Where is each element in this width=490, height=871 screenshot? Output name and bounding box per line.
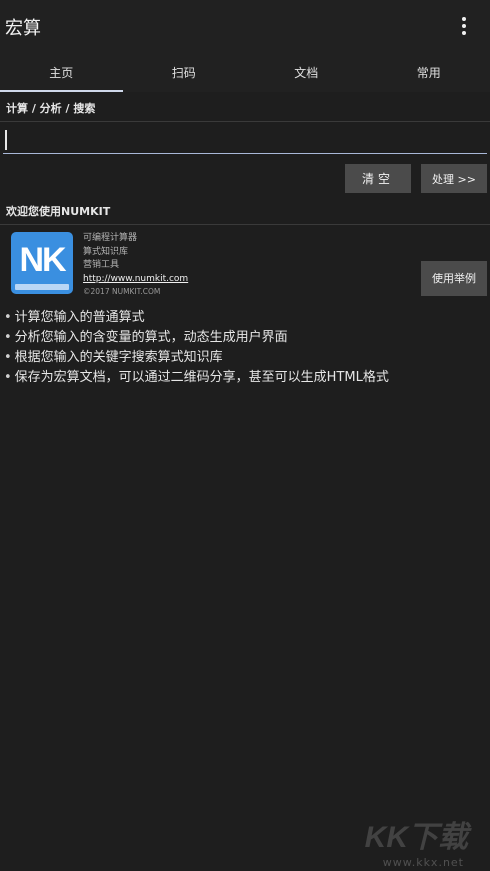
- feature-text: 保存为宏算文档，可以通过二维码分享，甚至可以生成HTML格式: [14, 370, 389, 385]
- website-link[interactable]: http://www.numkit.com: [83, 273, 283, 287]
- logo-text: NK: [19, 240, 66, 279]
- usage-example-label-1: 使用: [432, 272, 454, 285]
- text-caret: [5, 130, 7, 150]
- watermark-url: www.kkx.net: [382, 856, 464, 869]
- feature-list: • 计算您输入的普通算式 • 分析您输入的含变量的算式，动态生成用户界面 • 根据您输…: [4, 308, 484, 388]
- info-line-calculator: 可编程计算器: [83, 233, 138, 243]
- list-item: • 计算您输入的普通算式: [4, 310, 145, 325]
- numkit-logo: NK: [11, 232, 73, 294]
- tab-common[interactable]: 常用: [368, 52, 490, 92]
- usage-example-button[interactable]: 使用 举例: [421, 261, 487, 296]
- list-item: • 分析您输入的含变量的算式，动态生成用户界面: [4, 330, 288, 345]
- logo-base-bar: [15, 284, 69, 290]
- watermark-brand: KK下载: [364, 821, 468, 854]
- calc-section-header: 计算 / 分析 / 搜索: [0, 94, 490, 122]
- feature-text: 计算您输入的普通算式: [14, 310, 145, 325]
- expression-input-wrap: [3, 126, 487, 154]
- more-vert-icon[interactable]: [452, 14, 476, 38]
- list-item: • 保存为宏算文档，可以通过二维码分享，甚至可以生成HTML格式: [4, 370, 389, 385]
- info-line-knowledge: 算式知识库: [83, 246, 129, 257]
- copyright-text: ©2017 NUMKIT.COM: [83, 287, 161, 296]
- list-item: • 根据您输入的关键字搜索算式知识库: [4, 350, 223, 365]
- app-root: 宏算 主页 扫码 文档 常用 计算 / 分析 / 搜索 清空 处理 >> 欢迎您…: [0, 0, 490, 871]
- tab-bar: 主页 扫码 文档 常用: [0, 52, 490, 92]
- process-button[interactable]: 处理 >>: [421, 164, 487, 193]
- app-info: 可编程计算器 算式知识库 营销工具 http://www.numkit.com …: [83, 232, 283, 297]
- feature-text: 分析您输入的含变量的算式，动态生成用户界面: [14, 330, 288, 345]
- tab-scan[interactable]: 扫码: [123, 52, 246, 92]
- tab-documents[interactable]: 文档: [245, 52, 368, 92]
- welcome-section-header: 欢迎您使用NUMKIT: [0, 197, 490, 225]
- usage-example-label-2: 举例: [454, 272, 476, 285]
- feature-text: 根据您输入的关键字搜索算式知识库: [14, 350, 223, 365]
- info-line-marketing: 营销工具: [83, 260, 120, 270]
- clear-button[interactable]: 清空: [345, 164, 411, 193]
- app-bar: 宏算: [0, 0, 490, 52]
- expression-input[interactable]: [3, 126, 487, 153]
- tab-home[interactable]: 主页: [0, 52, 123, 92]
- app-title: 宏算: [5, 18, 41, 39]
